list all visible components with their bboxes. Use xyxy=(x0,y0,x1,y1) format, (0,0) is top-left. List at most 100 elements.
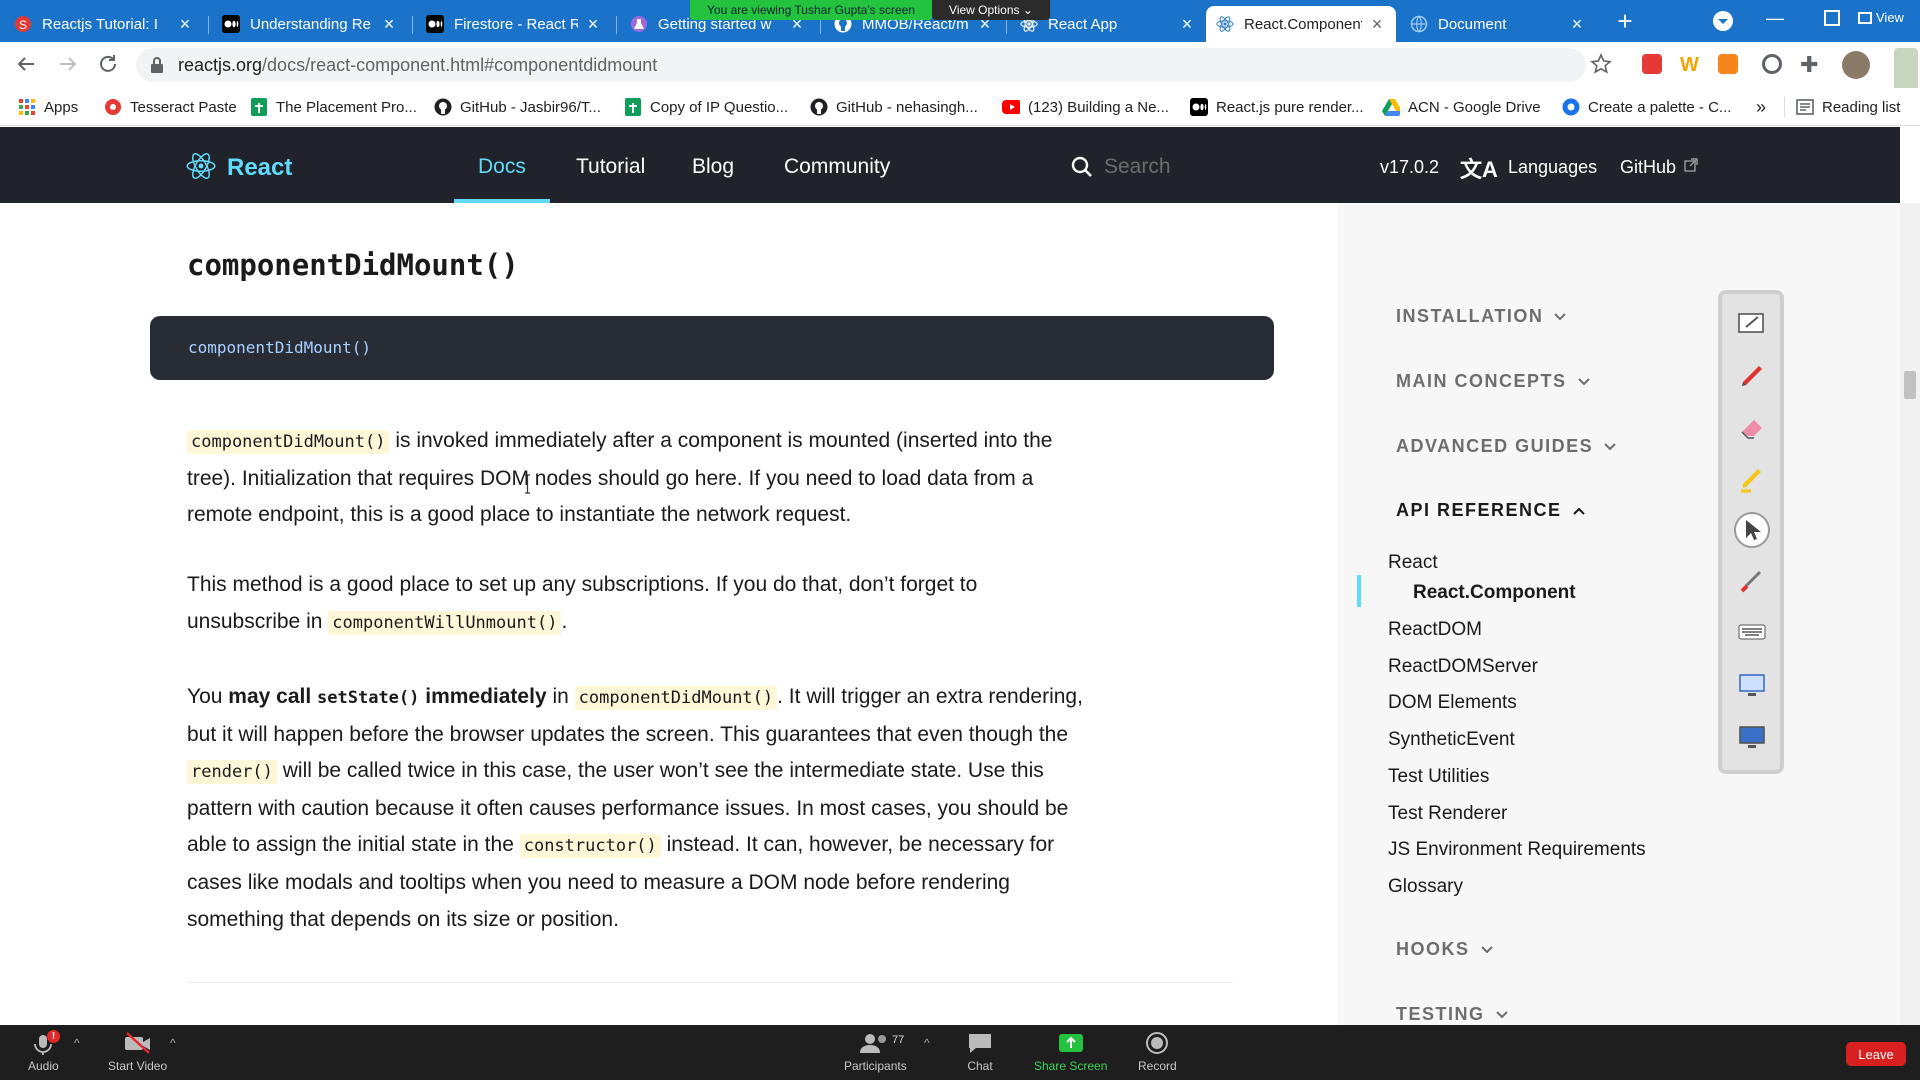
sidebar-item-react-component[interactable]: React.Component xyxy=(1413,582,1576,604)
nav-blog[interactable]: Blog xyxy=(692,155,734,179)
chat-button[interactable]: Chat xyxy=(966,1031,994,1073)
video-options-caret-icon[interactable]: ^ xyxy=(170,1036,176,1050)
languages-link[interactable]: Languages xyxy=(1508,157,1597,178)
nav-tutorial[interactable]: Tutorial xyxy=(576,155,645,179)
screen-share-icon[interactable] xyxy=(1734,668,1770,704)
sidebar-item-reactdom[interactable]: ReactDOM xyxy=(1388,619,1482,641)
sidebar-item-dom-elements[interactable]: DOM Elements xyxy=(1388,692,1517,714)
github-icon xyxy=(810,98,828,116)
audio-options-caret-icon[interactable]: ^ xyxy=(74,1036,80,1050)
bookmark-item[interactable]: (123) Building a Ne... xyxy=(1002,96,1169,118)
bookmark-item[interactable]: Apps xyxy=(18,96,78,118)
reading-list-label: Reading list xyxy=(1822,98,1901,116)
bookmark-star-icon[interactable] xyxy=(1590,53,1612,75)
extension-pdf-icon[interactable] xyxy=(1642,54,1662,74)
sidebar-section-api-reference[interactable]: API REFERENCE xyxy=(1396,500,1586,521)
tab-close-icon[interactable]: × xyxy=(584,14,602,35)
tab-close-icon[interactable]: × xyxy=(380,14,398,35)
sidebar-section-advanced-guides[interactable]: ADVANCED GUIDES xyxy=(1396,436,1617,457)
site-logo-text[interactable]: React xyxy=(227,154,292,182)
browser-tab[interactable]: Firestore - React R × xyxy=(416,6,612,42)
participants-caret-icon[interactable]: ^ xyxy=(924,1036,930,1050)
record-button[interactable]: Record xyxy=(1138,1031,1177,1073)
side-extension-panel[interactable] xyxy=(1894,48,1918,92)
nav-docs[interactable]: Docs xyxy=(478,155,526,179)
extensions-puzzle-icon[interactable]: ✚ xyxy=(1800,52,1818,78)
nav-community[interactable]: Community xyxy=(784,155,890,179)
reading-list-button[interactable]: Reading list xyxy=(1796,96,1900,118)
restore-icon[interactable] xyxy=(1824,10,1840,26)
bookmark-item[interactable]: GitHub - nehasingh... xyxy=(810,96,978,118)
extension-w-icon[interactable]: W xyxy=(1680,54,1702,76)
version-link[interactable]: v17.0.2 xyxy=(1380,157,1439,178)
view-options-button[interactable]: View Options ⌄ xyxy=(932,0,1050,20)
section-heading: componentDidMount() xyxy=(187,248,519,282)
share-screen-button[interactable]: Share Screen xyxy=(1034,1031,1107,1073)
bookmark-item[interactable]: GitHub - Jasbir96/T... xyxy=(434,96,601,118)
audio-warning-badge-label: ! xyxy=(51,1031,56,1042)
sidebar-section-hooks[interactable]: HOOKS xyxy=(1396,939,1494,960)
sidebar-section-main-concepts[interactable]: MAIN CONCEPTS xyxy=(1396,371,1591,392)
sidebar-section-testing[interactable]: TESTING xyxy=(1396,1004,1509,1025)
tab-separator xyxy=(412,16,413,34)
paragraph-text: in xyxy=(552,685,569,708)
tab-close-icon[interactable]: × xyxy=(1178,14,1196,35)
reload-icon[interactable] xyxy=(96,52,120,76)
react-logo-icon[interactable] xyxy=(186,152,216,180)
pointer-cursor-icon[interactable] xyxy=(1734,512,1770,548)
paragraph-text: You xyxy=(187,685,223,708)
sidebar-item-js-environment[interactable]: JS Environment Requirements xyxy=(1388,839,1646,861)
bookmarks-more-button[interactable]: » xyxy=(1756,96,1766,118)
zoom-view-menu[interactable]: View xyxy=(1858,10,1904,25)
github-link[interactable]: GitHub xyxy=(1620,157,1676,178)
minimize-icon[interactable]: — xyxy=(1766,8,1784,29)
highlighter-icon[interactable] xyxy=(1734,461,1770,497)
monitor-icon[interactable] xyxy=(1734,720,1770,756)
sidebar-item-react[interactable]: React xyxy=(1388,552,1438,574)
sidebar-item-test-utilities[interactable]: Test Utilities xyxy=(1388,766,1489,788)
sidebar-item-test-renderer[interactable]: Test Renderer xyxy=(1388,803,1507,825)
tab-close-icon[interactable]: × xyxy=(1568,14,1586,35)
browser-tab[interactable]: Understanding Re × xyxy=(212,6,408,42)
tab-search-icon[interactable] xyxy=(1712,10,1734,32)
search-icon[interactable] xyxy=(1070,155,1094,179)
browser-tab[interactable]: Document × xyxy=(1400,6,1596,42)
pen-icon[interactable] xyxy=(1734,358,1770,394)
bookmark-item[interactable]: Create a palette - C... xyxy=(1562,96,1731,118)
bookmark-item[interactable]: Copy of IP Questio... xyxy=(624,96,788,118)
bookmark-item[interactable]: Tesseract Paste xyxy=(104,96,237,118)
profile-avatar[interactable] xyxy=(1842,51,1870,79)
tab-close-icon[interactable]: × xyxy=(176,14,194,35)
view-options-label: View Options xyxy=(949,3,1020,17)
lock-icon[interactable] xyxy=(150,57,164,73)
keyboard-icon[interactable] xyxy=(1734,614,1770,650)
start-video-button[interactable]: Start Video xyxy=(108,1031,167,1073)
browser-tab-active[interactable]: React.Component × xyxy=(1206,6,1396,42)
new-tab-plus-icon[interactable]: + xyxy=(1612,8,1638,34)
eraser-icon[interactable] xyxy=(1734,410,1770,446)
bookmark-item[interactable]: React.js pure render... xyxy=(1190,96,1364,118)
bookmark-item[interactable]: The Placement Pro... xyxy=(250,96,417,118)
scrollbar-thumb[interactable] xyxy=(1904,371,1916,399)
sidebar-item-syntheticevent[interactable]: SyntheticEvent xyxy=(1388,729,1515,751)
sidebar-item-reactdomserver[interactable]: ReactDOMServer xyxy=(1388,656,1538,678)
whiteboard-icon[interactable] xyxy=(1734,305,1770,341)
share-screen-label: Share Screen xyxy=(1034,1059,1108,1073)
extension-target-icon[interactable] xyxy=(1762,54,1782,74)
leave-button[interactable]: Leave xyxy=(1846,1042,1906,1066)
bookmark-item[interactable]: ACN - Google Drive xyxy=(1382,96,1541,118)
sidebar-item-glossary[interactable]: Glossary xyxy=(1388,876,1463,898)
brush-icon[interactable] xyxy=(1734,562,1770,598)
bookmark-label: GitHub - nehasingh... xyxy=(836,98,978,116)
sidebar-section-label: HOOKS xyxy=(1396,939,1470,959)
browser-tab[interactable]: S Reactjs Tutorial: I × xyxy=(4,6,204,42)
url-text[interactable]: reactjs.org/docs/react-component.html#co… xyxy=(178,55,657,76)
metamask-icon[interactable] xyxy=(1718,54,1738,74)
page-scrollbar[interactable] xyxy=(1900,203,1920,1025)
forward-arrow-icon[interactable] xyxy=(56,52,80,76)
back-arrow-icon[interactable] xyxy=(14,52,38,76)
sidebar-section-installation[interactable]: INSTALLATION xyxy=(1396,306,1567,327)
search-input[interactable]: Search xyxy=(1104,155,1171,179)
translate-icon[interactable]: 文A xyxy=(1460,152,1498,184)
tab-close-icon[interactable]: × xyxy=(1368,14,1386,35)
